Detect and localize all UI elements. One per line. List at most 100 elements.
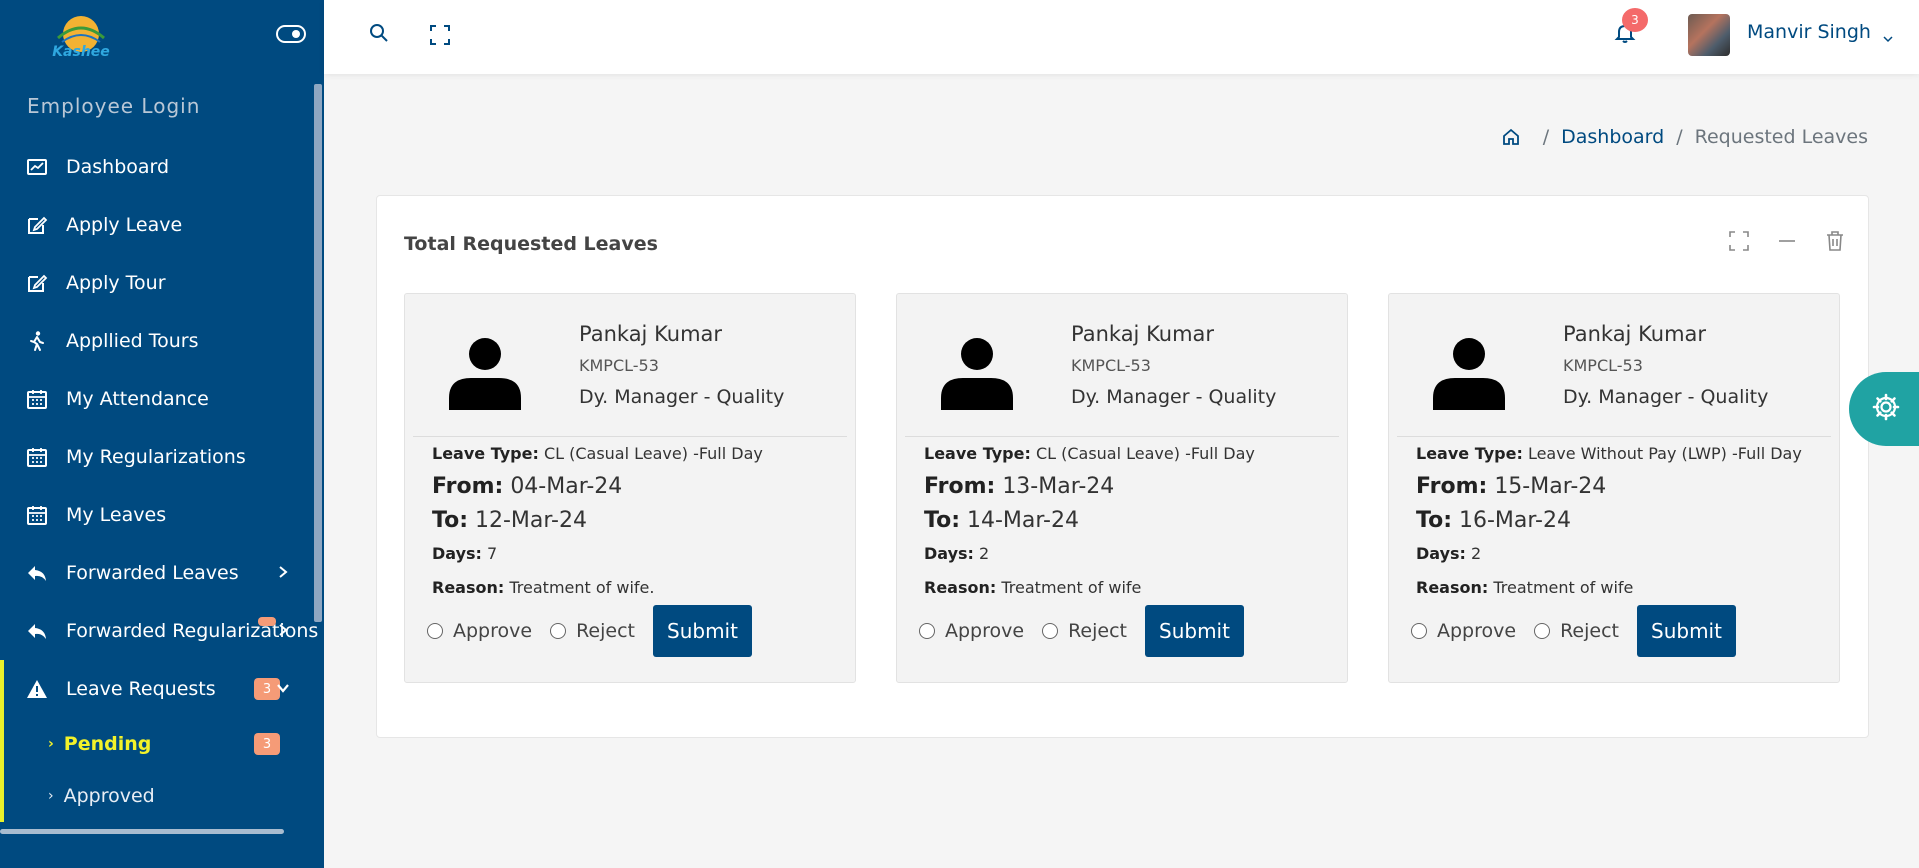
divider bbox=[413, 436, 847, 437]
sidebar-subitem-pending[interactable]: › Pending 3 bbox=[0, 718, 314, 770]
approve-radio[interactable]: Approve bbox=[919, 620, 1024, 642]
days-value: 2 bbox=[979, 544, 990, 563]
indicator-dot bbox=[258, 617, 276, 626]
submit-button[interactable]: Submit bbox=[1636, 605, 1736, 657]
divider bbox=[1397, 436, 1831, 437]
breadcrumb-dashboard[interactable]: Dashboard bbox=[1561, 126, 1664, 148]
settings-tab[interactable] bbox=[1849, 372, 1919, 446]
employee-name: Pankaj Kumar bbox=[1071, 322, 1215, 346]
from-date-row: From: 15-Mar-24 bbox=[1416, 474, 1607, 499]
sidebar-horizontal-scrollbar[interactable] bbox=[0, 829, 284, 834]
sidebar-item-my-attendance[interactable]: My Attendance bbox=[0, 370, 314, 428]
sidebar-item-dashboard[interactable]: Dashboard bbox=[0, 138, 314, 196]
sidebar-header: Kashee bbox=[0, 0, 324, 74]
chevron-down-icon bbox=[276, 680, 290, 694]
sidebar-item-my-regularizations[interactable]: My Regularizations bbox=[0, 428, 314, 486]
calendar-icon bbox=[26, 388, 48, 410]
avatar[interactable] bbox=[1688, 14, 1730, 56]
chevron-right-icon: › bbox=[48, 788, 54, 804]
from-date-value: 15-Mar-24 bbox=[1494, 474, 1607, 499]
days-row: Days: 7 bbox=[432, 544, 498, 563]
svg-text:Kashee: Kashee bbox=[52, 44, 110, 60]
from-date-value: 04-Mar-24 bbox=[510, 474, 623, 499]
sidebar-item-label: Apply Tour bbox=[66, 272, 166, 294]
sidebar-item-label: Apply Leave bbox=[66, 214, 183, 236]
from-date-row: From: 13-Mar-24 bbox=[924, 474, 1115, 499]
submit-button[interactable]: Submit bbox=[652, 605, 752, 657]
sidebar: Kashee Employee Login Dashboard Apply Le… bbox=[0, 0, 324, 868]
sidebar-subitem-label: Pending bbox=[63, 733, 152, 755]
chevron-down-icon[interactable] bbox=[1882, 30, 1894, 43]
search-icon[interactable] bbox=[368, 22, 390, 44]
leave-type-value: CL (Casual Leave) -Full Day bbox=[1035, 444, 1255, 463]
approve-radio[interactable]: Approve bbox=[1411, 620, 1516, 642]
to-date-row: To: 16-Mar-24 bbox=[1416, 508, 1571, 533]
sidebar-item-label: Leave Requests bbox=[66, 678, 216, 700]
breadcrumb-current: Requested Leaves bbox=[1694, 126, 1868, 148]
employee-code: KMPCL-53 bbox=[579, 356, 659, 375]
leave-request-card: Pankaj Kumar KMPCL-53 Dy. Manager - Qual… bbox=[404, 293, 856, 683]
reject-radio[interactable]: Reject bbox=[1534, 620, 1619, 642]
divider bbox=[905, 436, 1339, 437]
sidebar-item-apply-leave[interactable]: Apply Leave bbox=[0, 196, 314, 254]
sidebar-item-applied-tours[interactable]: Appllied Tours bbox=[0, 312, 314, 370]
sidebar-item-label: Forwarded Leaves bbox=[66, 562, 239, 584]
employee-name: Pankaj Kumar bbox=[579, 322, 723, 346]
person-icon bbox=[939, 338, 1015, 410]
reason-row: Reason: Treatment of wife. bbox=[432, 578, 655, 597]
reject-radio[interactable]: Reject bbox=[1042, 620, 1127, 642]
reply-icon bbox=[26, 562, 48, 584]
days-row: Days: 2 bbox=[924, 544, 990, 563]
employee-designation: Dy. Manager - Quality bbox=[1071, 386, 1277, 408]
action-row: Approve Reject Submit bbox=[427, 605, 752, 657]
notification-badge: 3 bbox=[1622, 8, 1648, 32]
action-row: Approve Reject Submit bbox=[1411, 605, 1736, 657]
submit-button[interactable]: Submit bbox=[1144, 605, 1244, 657]
reason-row: Reason: Treatment of wife bbox=[1416, 578, 1634, 597]
reject-radio[interactable]: Reject bbox=[550, 620, 635, 642]
sidebar-subitem-approved[interactable]: › Approved bbox=[0, 770, 314, 822]
sidebar-item-leave-requests[interactable]: Leave Requests 3 bbox=[0, 660, 314, 718]
approve-radio[interactable]: Approve bbox=[427, 620, 532, 642]
sidebar-item-apply-tour[interactable]: Apply Tour bbox=[0, 254, 314, 312]
expand-icon[interactable] bbox=[1728, 230, 1750, 252]
sidebar-menu: Employee Login Dashboard Apply Leave App… bbox=[0, 80, 318, 822]
employee-code: KMPCL-53 bbox=[1071, 356, 1151, 375]
top-bar: 3 Manvir Singh bbox=[324, 0, 1919, 74]
leave-type-row: Leave Type: Leave Without Pay (LWP) -Ful… bbox=[1416, 444, 1802, 463]
sidebar-toggle-icon[interactable] bbox=[276, 24, 306, 44]
to-date-row: To: 12-Mar-24 bbox=[432, 508, 587, 533]
minimize-icon[interactable] bbox=[1776, 230, 1798, 252]
sidebar-item-label: My Attendance bbox=[66, 388, 209, 410]
card-tools bbox=[1728, 230, 1846, 252]
trash-icon[interactable] bbox=[1824, 230, 1846, 252]
sidebar-subitem-label: Approved bbox=[63, 785, 155, 807]
calendar-icon bbox=[26, 504, 48, 526]
person-icon bbox=[1431, 338, 1507, 410]
sidebar-item-forwarded-regularizations[interactable]: Forwarded Regularizations bbox=[0, 602, 318, 660]
calendar-icon bbox=[26, 446, 48, 468]
sidebar-vertical-scrollbar[interactable] bbox=[314, 84, 322, 622]
to-date-value: 16-Mar-24 bbox=[1459, 508, 1571, 533]
home-icon[interactable] bbox=[1501, 127, 1521, 147]
breadcrumb-separator: / bbox=[1676, 126, 1683, 148]
dashboard-icon bbox=[26, 156, 48, 178]
fullscreen-icon[interactable] bbox=[429, 24, 451, 46]
sidebar-item-label: My Leaves bbox=[66, 504, 167, 526]
chevron-right-icon bbox=[276, 564, 290, 578]
requested-leaves-card: Total Requested Leaves Pankaj Kumar KMPC… bbox=[376, 195, 1869, 738]
user-name[interactable]: Manvir Singh bbox=[1747, 21, 1871, 43]
warning-icon bbox=[26, 678, 48, 700]
to-date-value: 12-Mar-24 bbox=[475, 508, 587, 533]
to-date-row: To: 14-Mar-24 bbox=[924, 508, 1079, 533]
reason-row: Reason: Treatment of wife bbox=[924, 578, 1142, 597]
employee-name: Pankaj Kumar bbox=[1563, 322, 1707, 346]
company-logo[interactable]: Kashee bbox=[50, 12, 112, 64]
sidebar-item-my-leaves[interactable]: My Leaves bbox=[0, 486, 314, 544]
gear-icon bbox=[1871, 392, 1901, 426]
reason-value: Treatment of wife bbox=[1493, 578, 1634, 597]
card-title: Total Requested Leaves bbox=[404, 233, 658, 255]
leave-type-row: Leave Type: CL (Casual Leave) -Full Day bbox=[924, 444, 1255, 463]
sidebar-item-forwarded-leaves[interactable]: Forwarded Leaves bbox=[0, 544, 314, 602]
employee-designation: Dy. Manager - Quality bbox=[579, 386, 785, 408]
